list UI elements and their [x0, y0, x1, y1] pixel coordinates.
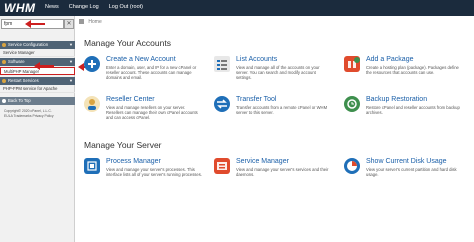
sidebar-section-restart-services[interactable]: Restart Services ▼: [0, 77, 75, 85]
card-disk-usage[interactable]: Show Current Disk Usage View your server…: [344, 158, 464, 190]
card-process-manager[interactable]: Process Manager View and manage your ser…: [84, 158, 204, 190]
home-icon[interactable]: [79, 19, 84, 25]
card-description: View and manage your server's processes.…: [106, 167, 202, 177]
sidebar-section-label: Software: [8, 59, 25, 64]
back-to-top-button[interactable]: Back To Top: [0, 97, 75, 105]
card-reseller-center[interactable]: Reseller Center View and manage reseller…: [84, 96, 204, 128]
nav-logout-link[interactable]: Log Out (root): [109, 4, 143, 10]
card-description: View and manage resellers on your server…: [106, 105, 198, 120]
whm-logo[interactable]: WHM: [4, 1, 36, 15]
card-title[interactable]: Process Manager: [106, 158, 161, 165]
section-icon: [2, 60, 6, 64]
breadcrumb-home[interactable]: Home: [88, 19, 101, 25]
process-icon: [84, 158, 100, 174]
card-description: View your server's current partition and…: [366, 167, 457, 177]
card-transfer-tool[interactable]: Transfer Tool Transfer accounts from a r…: [214, 96, 334, 128]
card-description: Restore cPanel and reseller accounts fro…: [366, 105, 460, 115]
section-icon: [2, 43, 6, 47]
top-bar: WHM News Change Log Log Out (root): [0, 0, 474, 16]
card-title[interactable]: Service Manager: [236, 158, 289, 165]
sidebar-section-label: Restart Services: [8, 78, 39, 83]
card-description: View and manage your server's services a…: [236, 167, 329, 177]
sidebar-item-service-manager[interactable]: Service Manager: [0, 49, 75, 57]
card-title[interactable]: Add a Package: [366, 56, 413, 63]
card-description: Enter a domain, user, and IP for a new c…: [106, 65, 197, 80]
annotation-arrow-search: [25, 20, 45, 28]
card-title[interactable]: Reseller Center: [106, 96, 155, 103]
section-title-accounts: Manage Your Accounts: [84, 38, 171, 48]
sidebar-section-service-configuration[interactable]: Service Configuration ▼: [0, 41, 75, 49]
sidebar-section-label: Service Configuration: [8, 42, 49, 47]
card-list-accounts[interactable]: List Accounts View and manage all of the…: [214, 56, 334, 88]
copyright-text: Copyright© 2020 cPanel, L.L.C.: [4, 109, 52, 113]
card-title[interactable]: Backup Restoration: [366, 96, 427, 103]
nav-news-link[interactable]: News: [45, 4, 59, 10]
sidebar: fpm ✕ Service Configuration ▼ Service Ma…: [0, 16, 75, 242]
card-title[interactable]: Show Current Disk Usage: [366, 158, 447, 165]
card-description: Transfer accounts from a remote cPanel o…: [236, 105, 328, 115]
section-icon: [2, 79, 6, 83]
nav-changelog-link[interactable]: Change Log: [69, 4, 99, 10]
breadcrumb: Home: [79, 19, 102, 25]
backup-icon: [344, 96, 360, 112]
card-title[interactable]: Transfer Tool: [236, 96, 276, 103]
disk-icon: [344, 158, 360, 174]
card-create-account[interactable]: Create a New Account Enter a domain, use…: [84, 56, 204, 88]
chevron-down-icon: ▼: [69, 42, 73, 47]
service-icon: [214, 158, 230, 174]
package-icon: [344, 56, 360, 72]
footer-links[interactable]: EULA Trademarks Privacy Policy: [4, 114, 72, 118]
card-title[interactable]: Create a New Account: [106, 56, 176, 63]
annotation-arrow-software: [34, 62, 54, 70]
card-service-manager[interactable]: Service Manager View and manage your ser…: [214, 158, 334, 190]
plus-circle-icon: [84, 56, 100, 72]
section-title-server: Manage Your Server: [84, 140, 162, 150]
reseller-icon: [84, 96, 100, 112]
card-add-package[interactable]: Add a Package Create a hosting plan (pac…: [344, 56, 464, 88]
list-icon: [214, 56, 230, 72]
back-to-top-label: Back To Top: [8, 98, 31, 103]
sidebar-item-php-fpm-service[interactable]: PHP-FPM service for Apache: [0, 85, 75, 93]
card-title[interactable]: List Accounts: [236, 56, 277, 63]
chevron-down-icon: ▼: [69, 78, 73, 83]
chevron-down-icon: ▼: [69, 59, 73, 64]
arrow-up-icon: [2, 99, 6, 103]
card-description: View and manage all of the accounts on y…: [236, 65, 320, 80]
card-backup-restoration[interactable]: Backup Restoration Restore cPanel and re…: [344, 96, 464, 128]
close-icon[interactable]: ✕: [64, 19, 74, 29]
top-nav: News Change Log Log Out (root): [45, 4, 143, 10]
transfer-icon: [214, 96, 230, 112]
card-description: Create a hosting plan (package). Package…: [366, 65, 459, 75]
